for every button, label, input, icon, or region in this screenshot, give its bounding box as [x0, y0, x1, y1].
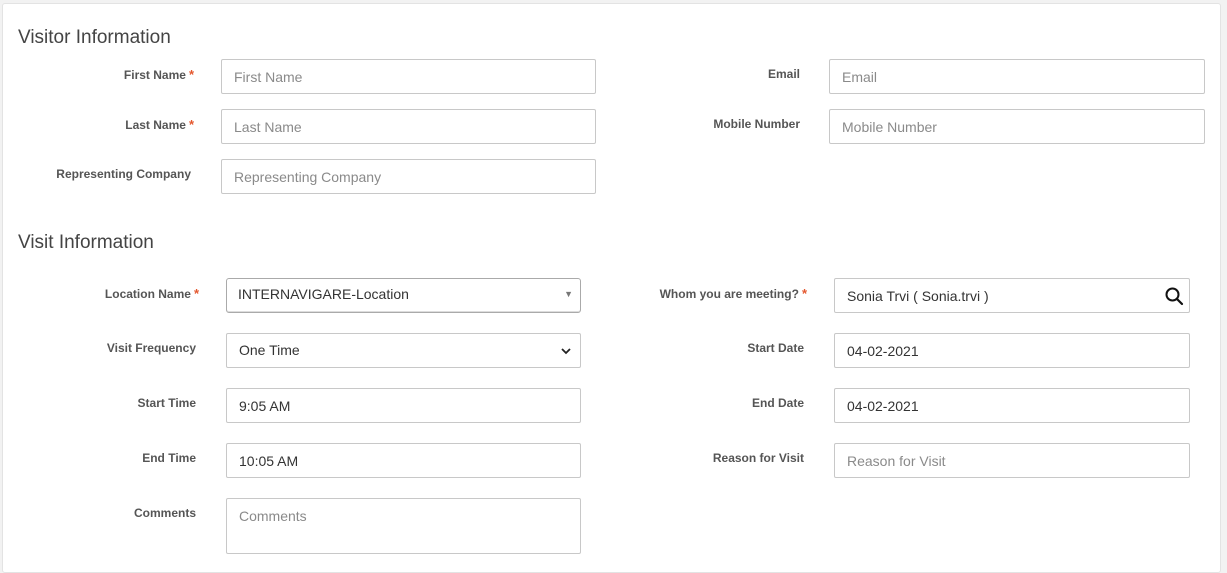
email-input[interactable]	[829, 59, 1205, 94]
start-date-label: Start Date	[747, 341, 804, 355]
last-name-label: Last Name *	[125, 117, 194, 132]
representing-company-label: Representing Company	[56, 167, 191, 181]
first-name-label: First Name *	[123, 67, 194, 82]
start-date-input[interactable]	[834, 333, 1190, 368]
mobile-number-label: Mobile Number	[713, 117, 800, 131]
visit-information-title: Visit Information	[18, 232, 154, 253]
required-marker: *	[801, 286, 807, 301]
email-label: Email	[767, 67, 800, 81]
start-time-input[interactable]	[226, 388, 581, 423]
location-name-select[interactable]: INTERNAVIGARE-Location ▼	[226, 278, 581, 313]
end-time-input[interactable]	[226, 443, 581, 478]
comments-label: Comments	[133, 506, 196, 520]
end-date-label: End Date	[751, 396, 804, 410]
visit-frequency-value: One Time	[239, 342, 300, 358]
required-marker: *	[188, 117, 194, 132]
reason-for-visit-input[interactable]	[834, 443, 1190, 478]
location-name-value: INTERNAVIGARE-Location	[238, 286, 409, 302]
end-date-input[interactable]	[834, 388, 1190, 423]
caret-down-icon: ▼	[564, 289, 573, 299]
search-icon[interactable]	[1164, 286, 1184, 306]
end-time-label: End Time	[142, 451, 196, 465]
chevron-down-icon	[561, 348, 571, 355]
comments-textarea[interactable]	[226, 498, 581, 554]
visitor-information-title: Visitor Information	[18, 27, 171, 48]
required-marker: *	[188, 67, 194, 82]
start-time-label: Start Time	[137, 396, 196, 410]
last-name-input[interactable]	[221, 109, 596, 144]
whom-meeting-label: Whom you are meeting? *	[659, 286, 807, 301]
whom-meeting-field	[834, 278, 1190, 313]
representing-company-input[interactable]	[221, 159, 596, 194]
location-name-label: Location Name *	[104, 286, 199, 301]
visit-frequency-label: Visit Frequency	[106, 341, 196, 355]
mobile-number-input[interactable]	[829, 109, 1205, 144]
first-name-input[interactable]	[221, 59, 596, 94]
whom-meeting-input[interactable]	[834, 278, 1190, 313]
required-marker: *	[193, 286, 199, 301]
visit-frequency-select[interactable]: One Time	[226, 333, 581, 368]
reason-for-visit-label: Reason for Visit	[712, 451, 804, 465]
